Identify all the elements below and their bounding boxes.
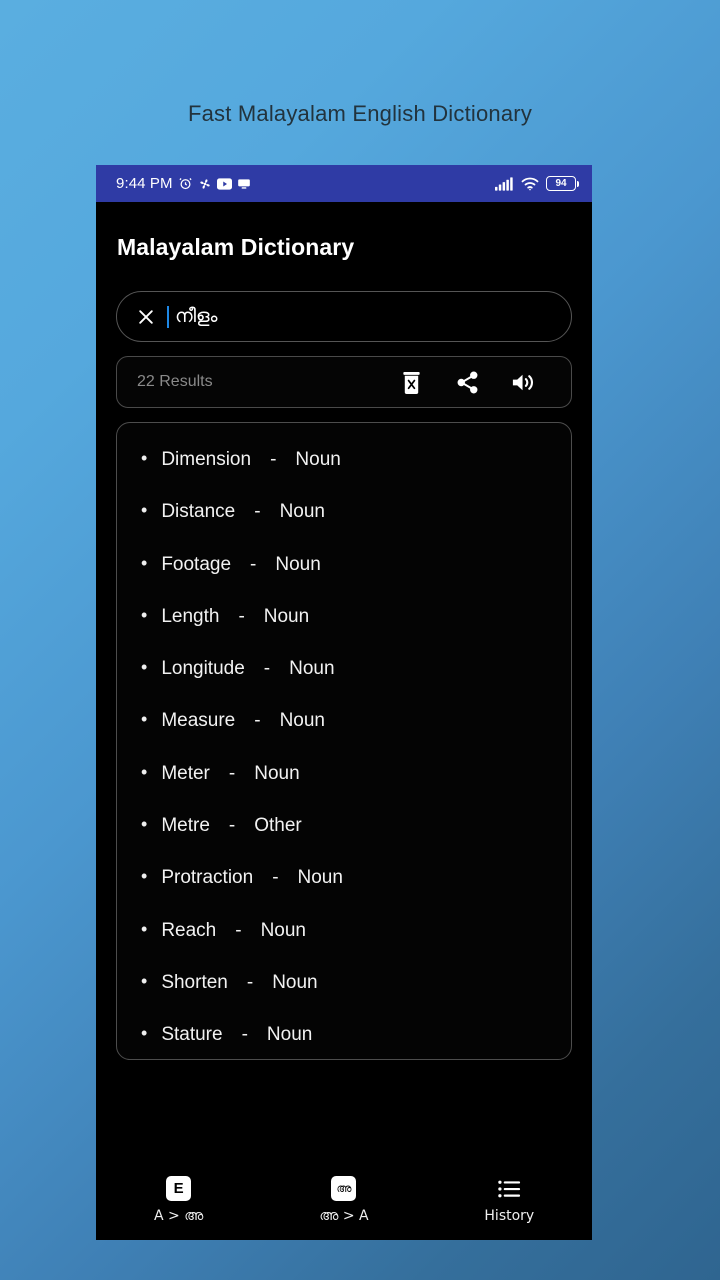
page-title: Fast Malayalam English Dictionary	[187, 101, 533, 126]
result-word: Longitude	[161, 658, 245, 680]
search-field[interactable]: നീളം	[116, 291, 572, 342]
list-item[interactable]: • Shorten - Noun	[117, 972, 571, 1024]
result-dash: -	[254, 710, 261, 732]
nav-item-history[interactable]: History	[427, 1176, 592, 1224]
result-word: Stature	[161, 1024, 223, 1046]
nav-label: അ > A	[319, 1208, 369, 1224]
result-dash: -	[254, 501, 261, 523]
result-dash: -	[241, 1024, 248, 1046]
text-caret	[167, 305, 169, 328]
result-word: Meter	[161, 762, 210, 784]
result-part-of-speech: Other	[254, 815, 302, 837]
result-part-of-speech: Noun	[289, 658, 335, 680]
result-dash: -	[263, 658, 271, 680]
desktop-icon	[237, 177, 251, 191]
result-word: Length	[161, 605, 220, 627]
bullet-icon: •	[141, 604, 148, 625]
nav-label: History	[484, 1208, 535, 1224]
result-word: Metre	[161, 815, 210, 837]
list-item[interactable]: • Stature - Noun	[117, 1023, 571, 1059]
result-part-of-speech: Noun	[297, 867, 343, 889]
result-dash: -	[246, 971, 254, 993]
malayalam-badge-icon: അ	[331, 1176, 357, 1201]
wifi-icon	[521, 177, 539, 191]
list-history-icon	[497, 1176, 522, 1201]
share-button[interactable]	[439, 370, 495, 395]
close-x-icon[interactable]	[135, 306, 157, 328]
bullet-icon: •	[141, 1023, 148, 1044]
bullet-icon: •	[141, 500, 148, 521]
status-bar: 9:44 PM 94	[96, 165, 592, 202]
result-word: Footage	[161, 553, 232, 575]
list-item[interactable]: • Measure - Noun	[117, 710, 571, 762]
result-dash: -	[250, 553, 257, 575]
result-word: Distance	[161, 501, 236, 523]
list-item[interactable]: • Meter - Noun	[117, 763, 571, 815]
result-word: Dimension	[161, 449, 252, 470]
fan-icon	[198, 177, 212, 191]
result-dash: -	[235, 919, 242, 941]
list-item[interactable]: • Reach - Noun	[117, 920, 571, 972]
search-input[interactable]: നീളം	[175, 307, 218, 326]
status-bar-left: 9:44 PM	[116, 175, 251, 192]
result-part-of-speech: Noun	[279, 501, 325, 523]
result-word: Measure	[161, 710, 236, 732]
bullet-icon: •	[141, 552, 148, 573]
phone-frame: 9:44 PM 94 Malayalam Dictionary നീളം 22 …	[96, 165, 592, 1240]
results-card: • Dimension - Noun • Distance - Noun • F…	[116, 422, 572, 1060]
result-part-of-speech: Noun	[295, 449, 341, 470]
result-part-of-speech: Noun	[266, 1024, 313, 1046]
result-dash: -	[228, 762, 236, 784]
battery-indicator: 94	[546, 176, 579, 191]
results-count-label: 22 Results	[137, 373, 213, 390]
result-word: Reach	[161, 919, 217, 941]
status-bar-right: 94	[495, 176, 579, 191]
list-item[interactable]: • Length - Noun	[117, 606, 571, 658]
bullet-icon: •	[141, 761, 148, 782]
bullet-icon: •	[141, 814, 148, 835]
bullet-icon: •	[141, 866, 148, 887]
result-part-of-speech: Noun	[260, 919, 306, 941]
list-item[interactable]: • Protraction - Noun	[117, 867, 571, 919]
nav-label: A > അ	[154, 1208, 204, 1224]
result-word: Shorten	[161, 971, 228, 993]
result-part-of-speech: Noun	[254, 762, 300, 784]
speak-button[interactable]	[495, 370, 551, 395]
volume-speaker-icon	[510, 370, 537, 395]
share-icon	[455, 370, 480, 395]
results-toolbar: 22 Results	[116, 356, 572, 408]
app-title: Malayalam Dictionary	[117, 234, 355, 260]
app-content: Malayalam Dictionary നീളം 22 Results • D…	[96, 202, 592, 1164]
result-part-of-speech: Noun	[275, 553, 321, 575]
result-word: Protraction	[161, 867, 254, 889]
youtube-icon	[216, 177, 232, 190]
bullet-icon: •	[141, 709, 148, 730]
result-dash: -	[228, 815, 236, 837]
list-item[interactable]: • Dimension - Noun	[117, 449, 571, 501]
english-badge-icon: E	[166, 1176, 192, 1201]
trash-delete-icon	[400, 370, 423, 395]
bullet-icon: •	[141, 970, 148, 991]
list-item[interactable]: • Longitude - Noun	[117, 658, 571, 710]
list-item[interactable]: • Metre - Other	[117, 815, 571, 867]
status-bar-clock: 9:44 PM	[116, 175, 173, 192]
list-item[interactable]: • Distance - Noun	[117, 501, 571, 553]
delete-button[interactable]	[383, 370, 439, 395]
result-dash: -	[270, 449, 277, 470]
result-part-of-speech: Noun	[272, 971, 318, 993]
result-dash: -	[272, 867, 279, 889]
bottom-navigation: E A > അ അ അ > A History	[96, 1164, 592, 1240]
result-part-of-speech: Noun	[279, 710, 325, 732]
nav-item-malayalam-to-english[interactable]: അ അ > A	[261, 1176, 426, 1224]
result-dash: -	[238, 605, 245, 627]
nav-item-english-to-malayalam[interactable]: E A > അ	[96, 1176, 261, 1224]
result-part-of-speech: Noun	[263, 605, 310, 627]
bullet-icon: •	[141, 657, 148, 678]
bullet-icon: •	[141, 918, 148, 939]
alarm-icon	[178, 176, 193, 191]
bullet-icon: •	[141, 448, 148, 468]
list-item[interactable]: • Footage - Noun	[117, 554, 571, 606]
signal-icon	[495, 176, 514, 191]
